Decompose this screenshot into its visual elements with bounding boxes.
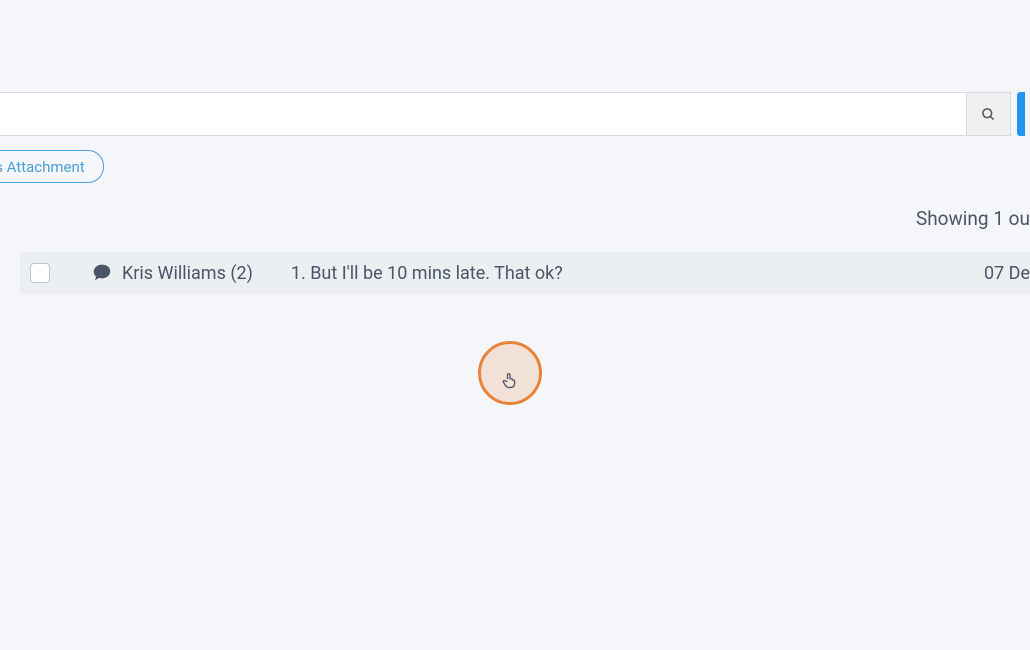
message-sender: Kris Williams (2) (122, 263, 253, 284)
search-input[interactable] (0, 92, 967, 136)
message-checkbox[interactable] (30, 263, 50, 283)
message-row[interactable]: Kris Williams (2) 1. But I'll be 10 mins… (20, 252, 1030, 294)
comment-icon (92, 263, 112, 283)
search-button[interactable] (967, 92, 1011, 136)
search-icon (981, 107, 996, 122)
filter-chip-label: as Attachment (0, 158, 85, 176)
action-button[interactable] (1017, 92, 1025, 136)
pointer-cursor-icon (500, 369, 520, 391)
search-bar (0, 92, 1025, 136)
message-preview: 1. But I'll be 10 mins late. That ok? (291, 263, 984, 284)
results-count: Showing 1 ou (0, 207, 1030, 230)
cursor-highlight (478, 341, 542, 405)
message-date: 07 De (984, 263, 1030, 284)
filter-chip-attachment[interactable]: as Attachment (0, 150, 104, 183)
